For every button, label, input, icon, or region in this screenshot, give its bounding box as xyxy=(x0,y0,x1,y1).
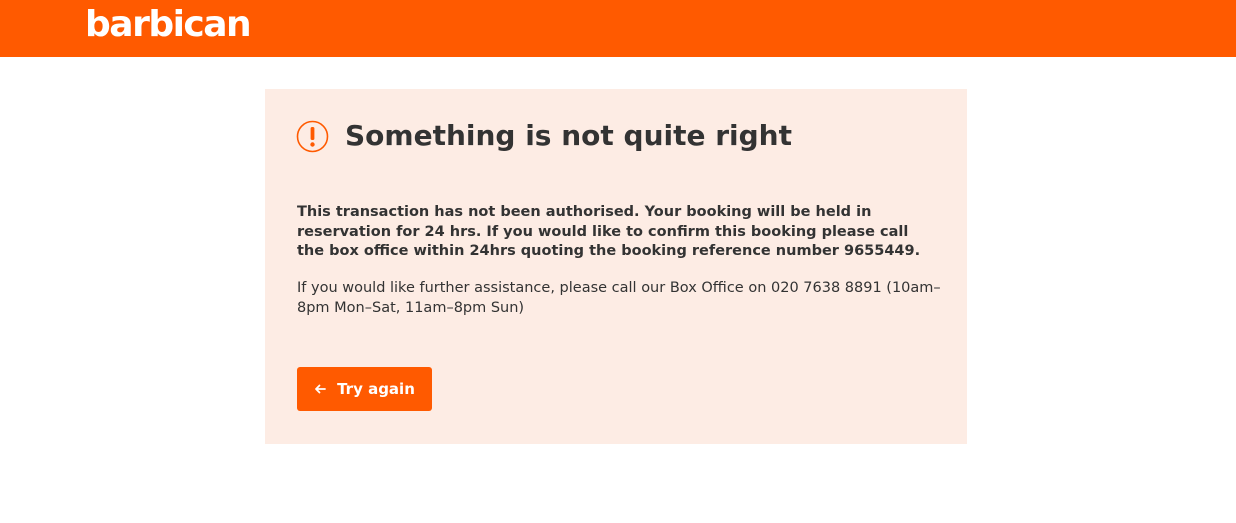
try-again-button[interactable]: Try again xyxy=(297,367,432,411)
try-again-label: Try again xyxy=(337,380,415,398)
assistance-text: If you would like further assistance, pl… xyxy=(297,280,941,316)
arrow-left-icon xyxy=(315,384,326,394)
exclamation-circle-icon xyxy=(296,120,329,153)
error-panel: Something is not quite right This transa… xyxy=(265,89,967,444)
authorisation-notice: This transaction has not been authorised… xyxy=(297,204,921,259)
barbican-logo[interactable]: barbican xyxy=(85,3,252,47)
error-title: Something is not quite right xyxy=(345,119,792,152)
site-header: barbican xyxy=(0,0,1236,57)
